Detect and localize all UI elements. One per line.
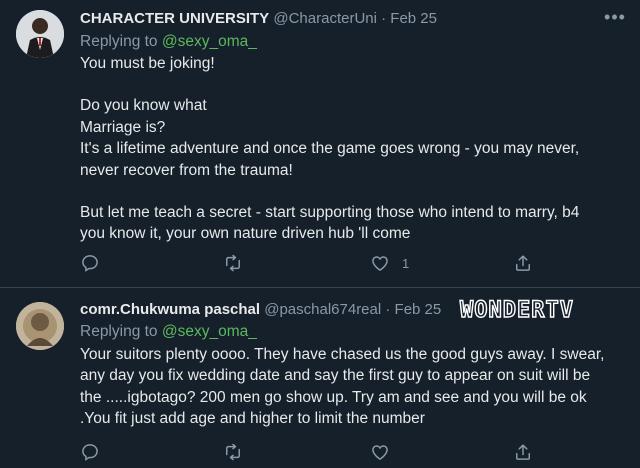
separator: · [385,301,391,318]
avatar[interactable] [16,10,64,58]
tweet-1[interactable]: CHARACTER UNIVERSITY @CharacterUni · Feb… [0,0,640,288]
like-button[interactable]: 1 [370,251,409,275]
replying-prefix: Replying to [80,33,158,50]
tweet-text: You must be joking! Do you know what Mar… [80,53,628,245]
reply-button[interactable] [80,251,100,275]
reply-icon [82,444,98,461]
retweet-icon [226,443,240,461]
tweet-line: But let me teach a secret - start suppor… [80,204,580,222]
tweet-line: Marriage is? [80,118,166,136]
avatar[interactable] [16,302,64,350]
mention-link[interactable]: @sexy_oma_ [162,33,257,50]
handle[interactable]: @paschal674real [264,301,381,318]
separator: · [381,10,387,27]
share-button[interactable] [513,251,533,275]
tweet-actions [80,440,550,464]
share-icon [516,444,530,460]
display-name[interactable]: CHARACTER UNIVERSITY [80,10,269,27]
tweet-line: You must be joking! [80,55,215,72]
tweet-line: the .....igbotago? 200 men go show up. T… [80,388,587,406]
tweet-text: Your suitors plenty oooo. They have chas… [80,344,628,430]
watermark: WONDERTV [459,297,574,323]
more-options-icon[interactable]: ••• [604,8,626,32]
tweet-date[interactable]: Feb 25 [390,10,437,27]
like-button[interactable] [370,440,390,464]
mention-link[interactable]: @sexy_oma_ [162,323,257,340]
avatar-image [16,302,64,350]
reply-icon [82,255,98,272]
heart-icon [372,445,388,460]
tweet-line: Do you know what [80,97,207,115]
handle[interactable]: @CharacterUni [273,10,377,27]
tweet-actions: 1 [80,251,550,275]
replying-prefix: Replying to [80,323,158,340]
tweet-line: any day you fix wedding date and say the… [80,367,591,385]
share-icon [516,255,530,271]
replying-to: Replying to @sexy_oma_ [80,321,257,343]
tweet-date[interactable]: Feb 25 [395,301,442,318]
heart-icon [372,256,388,271]
tweet-line: .You fit just add age and higher to limi… [80,410,425,428]
tweet-line: you know it, your own nature driven hub … [80,225,411,243]
tweet-line: Your suitors plenty oooo. They have chas… [80,346,605,363]
replying-to: Replying to @sexy_oma_ [80,31,257,53]
tweet-line: It's a lifetime adventure and once the g… [80,140,580,158]
retweet-button[interactable] [223,440,243,464]
tweet-line: never recover from the trauma! [80,161,293,179]
tweet-header: CHARACTER UNIVERSITY @CharacterUni · Feb… [80,8,596,30]
avatar-image [16,10,64,58]
retweet-button[interactable] [223,251,243,275]
like-count: 1 [402,255,410,271]
retweet-icon [226,254,240,272]
share-button[interactable] [513,440,533,464]
display-name[interactable]: comr.Chukwuma paschal [80,301,260,318]
reply-button[interactable] [80,440,100,464]
